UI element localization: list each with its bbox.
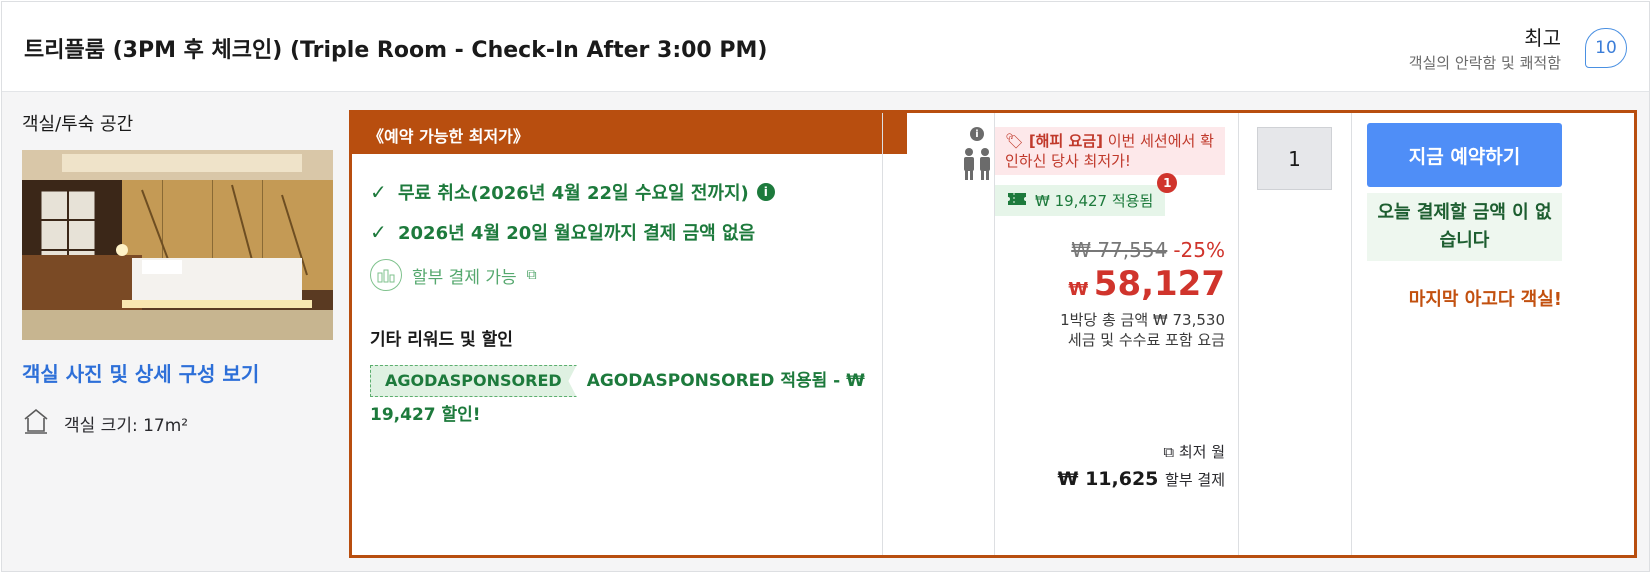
external-link-icon: ⧉ (526, 267, 537, 283)
benefit-text: 2026년 4월 20일 월요일까지 결제 금액 없음 (398, 223, 756, 244)
promo-row: AGODASPONSORED AGODASPONSORED 적용됨 - ₩ 19,… (370, 364, 890, 432)
rating-subtitle: 객실의 안락함 및 쾌적함 (1408, 54, 1561, 72)
room-header: 트리플룸 (3PM 후 체크인) (Triple Room - Check-In… (2, 2, 1649, 92)
installment-info[interactable]: 할부 결제 가능 ⧉ (370, 259, 890, 291)
two-guests-icon (964, 148, 990, 180)
monthly-amount-row: ₩ 11,625 할부 결제 (965, 468, 1226, 490)
column-divider (1238, 113, 1239, 555)
room-type-label: 객실/투숙 공간 (22, 114, 134, 135)
original-price: ₩ 77,554 (1071, 238, 1168, 262)
benefit-text: 무료 취소(2026년 4월 22일 수요일 전까지) (398, 183, 749, 204)
discount-percent: -25% (1173, 238, 1225, 262)
coupon-text: ₩ 19,427 적용됨 (1035, 192, 1154, 210)
price-tax-line: 세금 및 수수료 포함 요금 (1067, 331, 1225, 349)
room-size-text: 객실 크기: 17m² (64, 416, 189, 436)
room-photos-link[interactable]: 객실 사진 및 상세 구성 보기 (22, 358, 332, 387)
coupon-count-badge: 1 (1157, 173, 1178, 193)
offer-box: 《예약 가능한 최저가》 ✓ 무료 취소(2026년 4월 22일 수요일 전까… (349, 110, 1637, 558)
monthly-suffix: 할부 결제 (1165, 471, 1225, 489)
room-size: 객실 크기: 17m² (22, 407, 332, 440)
occupancy-info-icon[interactable]: i (970, 127, 984, 141)
monthly-label: 최저 월 (1178, 443, 1225, 461)
rating-score-badge: 10 (1585, 28, 1627, 68)
room-offer-card: 트리플룸 (3PM 후 체크인) (Triple Room - Check-In… (1, 1, 1650, 572)
room-info-column: 객실/투숙 공간 객실 사진 및 상세 구성 보기 객실 크기: 17m² (22, 110, 333, 440)
offer-banner: 《예약 가능한 최저가》 (352, 113, 907, 154)
last-room-notice: 마지막 아고다 객실! (1408, 289, 1562, 310)
benefit-pay-later: ✓ 2026년 4월 20일 월요일까지 결제 금액 없음 (370, 219, 890, 245)
room-photo-image (22, 150, 333, 340)
monthly-installment[interactable]: ⧉ 최저 월 ₩ 11,625 할부 결제 (965, 441, 1226, 490)
benefit-free-cancellation: ✓ 무료 취소(2026년 4월 22일 수요일 전까지) i (370, 179, 890, 205)
column-divider (1351, 113, 1352, 555)
original-price-row: ₩ 77,554 -25% (995, 238, 1225, 262)
price-total-line: 1박당 총 금액 ₩ 73,530 (1060, 311, 1225, 329)
benefits-column: ✓ 무료 취소(2026년 4월 22일 수요일 전까지) i ✓ 2026년 … (370, 179, 890, 432)
check-icon: ✓ (370, 220, 387, 244)
happy-rate-tag: [해피 요금] (1028, 132, 1103, 150)
room-photo[interactable] (22, 150, 333, 340)
external-link-icon: ⧉ (1163, 443, 1175, 461)
booking-column: 지금 예약하기 오늘 결제할 금액 이 없습니다 마지막 아고다 객실! (1367, 123, 1562, 311)
room-title: 트리플룸 (3PM 후 체크인) (Triple Room - Check-In… (24, 38, 768, 63)
final-price-row: ₩ 58,127 (995, 264, 1225, 304)
happy-rate-notice: 🏷 [해피 요금] 이번 세션에서 확인하신 당사 최저가! (995, 127, 1225, 175)
room-quantity-select[interactable]: 1 (1257, 127, 1332, 190)
room-size-icon (22, 407, 50, 440)
monthly-amount: ₩ 11,625 (1057, 468, 1159, 490)
rating-word: 최고 (1524, 26, 1561, 50)
rewards-title: 기타 리워드 및 할인 (370, 330, 513, 350)
price-column: 🏷 [해피 요금] 이번 세션에서 확인하신 당사 최저가! ₩ 19,427 … (995, 127, 1225, 490)
book-now-button[interactable]: 지금 예약하기 (1367, 123, 1562, 187)
coupon-chip[interactable]: ₩ 19,427 적용됨 1 (995, 173, 1178, 216)
pay-today-notice: 오늘 결제할 금액 이 없습니다 (1367, 193, 1562, 261)
final-price: 58,127 (1093, 264, 1225, 304)
promo-code-tag: AGODASPONSORED (370, 365, 577, 397)
installment-icon (370, 259, 402, 291)
final-price-currency: ₩ (1068, 279, 1089, 300)
tag-icon: 🏷 (1005, 132, 1025, 150)
monthly-label-row: ⧉ 최저 월 (965, 441, 1225, 462)
installment-text: 할부 결제 가능 (412, 267, 517, 288)
ticket-icon (1007, 192, 1027, 210)
check-icon: ✓ (370, 180, 387, 204)
info-icon[interactable]: i (756, 183, 775, 201)
